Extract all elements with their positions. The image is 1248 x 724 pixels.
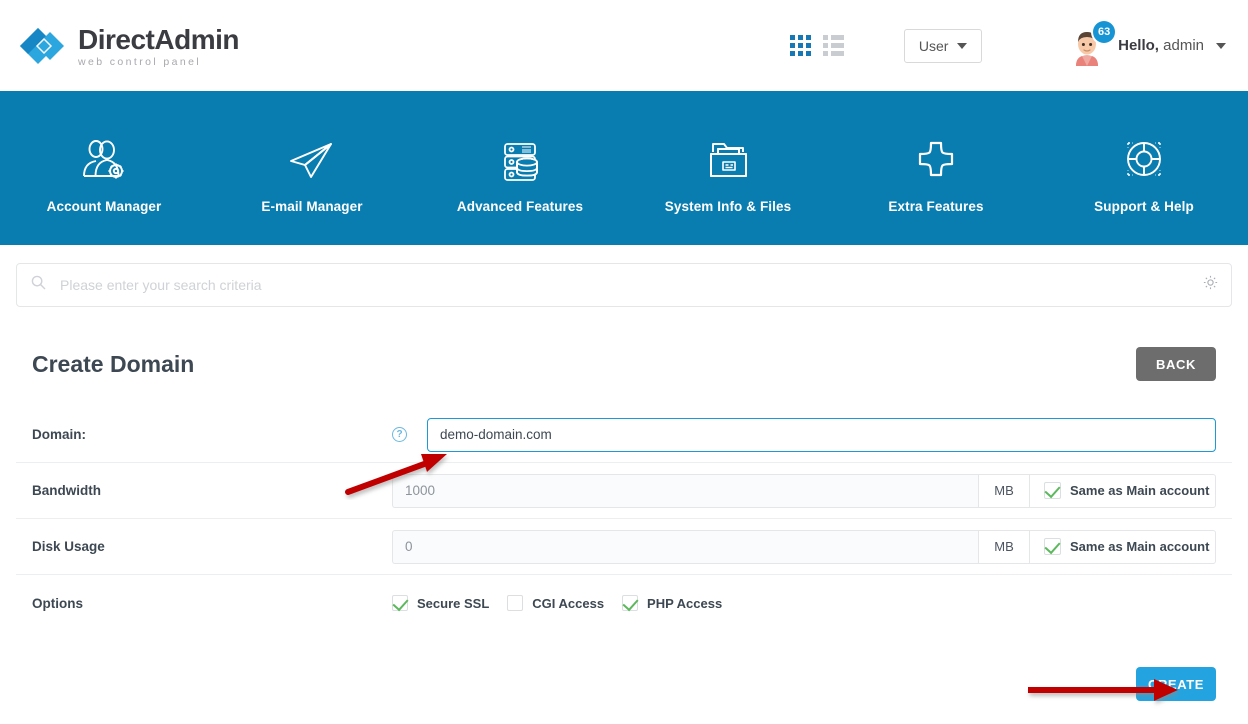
- bandwidth-same-as-main-toggle[interactable]: Same as Main account: [1030, 473, 1216, 508]
- greeting-hello: Hello,: [1118, 37, 1159, 54]
- directadmin-logo-icon: [16, 20, 68, 72]
- greeting-username: admin: [1163, 37, 1204, 54]
- nav-item-email-manager[interactable]: E-mail Manager: [208, 91, 416, 245]
- nav-item-account-manager[interactable]: Account Manager: [0, 91, 208, 245]
- checkbox-icon[interactable]: [1044, 538, 1061, 555]
- nav-label: Account Manager: [46, 198, 162, 214]
- grid-view-icon[interactable]: [790, 35, 812, 56]
- form-row-domain: Domain: ?: [16, 407, 1232, 463]
- gear-icon[interactable]: [1202, 274, 1219, 296]
- plus-icon: [910, 137, 962, 185]
- bandwidth-input[interactable]: [392, 473, 978, 508]
- nav-label: System Info & Files: [664, 198, 792, 214]
- disk-usage-same-as-main-toggle[interactable]: Same as Main account: [1030, 529, 1216, 564]
- checkbox-icon[interactable]: [392, 595, 408, 611]
- brand-title: DirectAdmin: [78, 23, 239, 55]
- chevron-down-icon: [957, 42, 968, 49]
- bandwidth-label: Bandwidth: [32, 483, 101, 498]
- form-row-disk-usage: Disk Usage MB Same as Main account: [16, 519, 1232, 575]
- options-label: Options: [32, 595, 83, 611]
- nav-item-system-info-files[interactable]: System Info & Files: [624, 91, 832, 245]
- nav-item-extra-features[interactable]: Extra Features: [832, 91, 1040, 245]
- life-ring-icon: [1118, 137, 1170, 185]
- paper-plane-icon: [286, 137, 338, 185]
- search-bar[interactable]: [16, 263, 1232, 307]
- page-title: Create Domain: [32, 350, 195, 377]
- users-gear-icon: [78, 137, 130, 185]
- brand-subtitle: web control panel: [78, 55, 202, 68]
- greeting: Hello, admin: [1118, 37, 1204, 54]
- back-button[interactable]: BACK: [1136, 347, 1216, 381]
- form-footer: CREATE: [16, 631, 1232, 701]
- main-navigation: Account Manager E-mail Manager Advanced …: [0, 91, 1248, 245]
- help-question-icon[interactable]: ?: [392, 427, 407, 442]
- option-label: Secure SSL: [417, 595, 490, 611]
- header-actions: User 63 Hello, admin: [790, 20, 1226, 66]
- domain-input[interactable]: [427, 417, 1216, 452]
- search-icon: [31, 275, 46, 295]
- search-section: [0, 245, 1248, 323]
- user-level-select[interactable]: User: [904, 28, 983, 63]
- domain-label: Domain:: [32, 427, 86, 442]
- top-header: DirectAdmin web control panel User 63 He…: [0, 0, 1248, 91]
- checkbox-icon[interactable]: [1044, 482, 1061, 499]
- list-view-icon[interactable]: [823, 35, 845, 56]
- checkbox-icon[interactable]: [507, 595, 524, 611]
- server-database-icon: [494, 137, 546, 185]
- nav-label: Advanced Features: [456, 198, 584, 214]
- checkbox-icon[interactable]: [622, 595, 639, 611]
- page-header: Create Domain BACK: [16, 323, 1232, 407]
- main-content: Create Domain BACK Domain: ? Bandwidth M…: [0, 323, 1248, 701]
- nav-item-support-help[interactable]: Support & Help: [1040, 91, 1248, 245]
- disk-usage-unit: MB: [978, 529, 1030, 564]
- nav-label: Support & Help: [1094, 198, 1194, 214]
- nav-label: Extra Features: [888, 198, 984, 214]
- disk-usage-same-as-main-label: Same as Main account: [1070, 539, 1210, 554]
- account-menu[interactable]: 63 Hello, admin: [1068, 20, 1226, 66]
- bandwidth-unit: MB: [978, 473, 1030, 508]
- view-mode-toggles: [790, 35, 845, 56]
- options-checkbox-group: Secure SSL CGI Access PHP Access: [392, 595, 1216, 611]
- user-level-label: User: [918, 37, 949, 54]
- option-label: PHP Access: [647, 595, 723, 611]
- bandwidth-input-group: MB Same as Main account: [392, 473, 1216, 508]
- nav-label: E-mail Manager: [261, 198, 363, 214]
- disk-usage-input[interactable]: [392, 529, 978, 564]
- disk-usage-input-group: MB Same as Main account: [392, 529, 1216, 564]
- file-folder-icon: [702, 137, 754, 185]
- brand-logo[interactable]: DirectAdmin web control panel: [16, 20, 239, 72]
- form-row-options: Options Secure SSL CGI Access PHP Access: [16, 575, 1232, 631]
- option-cgi-access[interactable]: CGI Access: [507, 595, 604, 611]
- option-php-access[interactable]: PHP Access: [622, 595, 722, 611]
- option-label: CGI Access: [532, 595, 605, 611]
- avatar[interactable]: 63: [1068, 20, 1116, 66]
- search-input[interactable]: [58, 276, 1202, 294]
- create-button[interactable]: CREATE: [1136, 667, 1216, 701]
- bandwidth-same-as-main-label: Same as Main account: [1070, 483, 1210, 498]
- disk-usage-label: Disk Usage: [32, 539, 105, 554]
- nav-item-advanced-features[interactable]: Advanced Features: [416, 91, 624, 245]
- form-row-bandwidth: Bandwidth MB Same as Main account: [16, 463, 1232, 519]
- option-secure-ssl[interactable]: Secure SSL: [392, 595, 489, 611]
- notification-badge[interactable]: 63: [1093, 20, 1116, 43]
- account-chevron-down-icon[interactable]: [1216, 42, 1226, 49]
